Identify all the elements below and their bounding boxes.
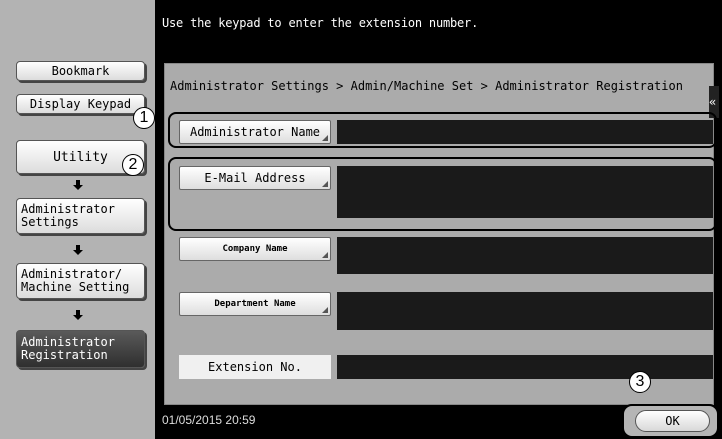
callout-number-3: 3 [629, 371, 651, 393]
arrow-down-icon [73, 245, 83, 255]
callout-outline-1 [168, 112, 717, 148]
arrow-down-icon [73, 310, 83, 320]
department-name-button[interactable]: Department Name [179, 292, 331, 316]
bookmark-button[interactable]: Bookmark [16, 61, 145, 81]
company-name-field[interactable] [337, 237, 713, 274]
department-name-field[interactable] [337, 292, 713, 330]
extension-number-label: Extension No. [179, 355, 331, 379]
display-keypad-button[interactable]: Display Keypad [16, 94, 145, 114]
ok-highlight: OK [622, 404, 719, 438]
sidebar: Bookmark Display Keypad Utility Administ… [0, 0, 155, 439]
arrow-down-icon [73, 180, 83, 190]
company-name-button[interactable]: Company Name [179, 237, 331, 261]
administrator-settings-button[interactable]: Administrator Settings [16, 198, 145, 234]
extension-number-field[interactable] [337, 355, 713, 379]
ok-button[interactable]: OK [635, 410, 710, 432]
datetime: 01/05/2015 20:59 [162, 413, 256, 427]
administrator-registration-button[interactable]: Administrator Registration [16, 330, 145, 368]
instruction-text: Use the keypad to enter the extension nu… [162, 16, 479, 30]
callout-number-1: 1 [133, 107, 155, 129]
callout-outline-2 [168, 157, 717, 231]
callout-number-2: 2 [122, 154, 144, 176]
breadcrumb: Administrator Settings > Admin/Machine S… [170, 79, 683, 93]
administrator-machine-setting-button[interactable]: Administrator/ Machine Setting [16, 263, 145, 299]
